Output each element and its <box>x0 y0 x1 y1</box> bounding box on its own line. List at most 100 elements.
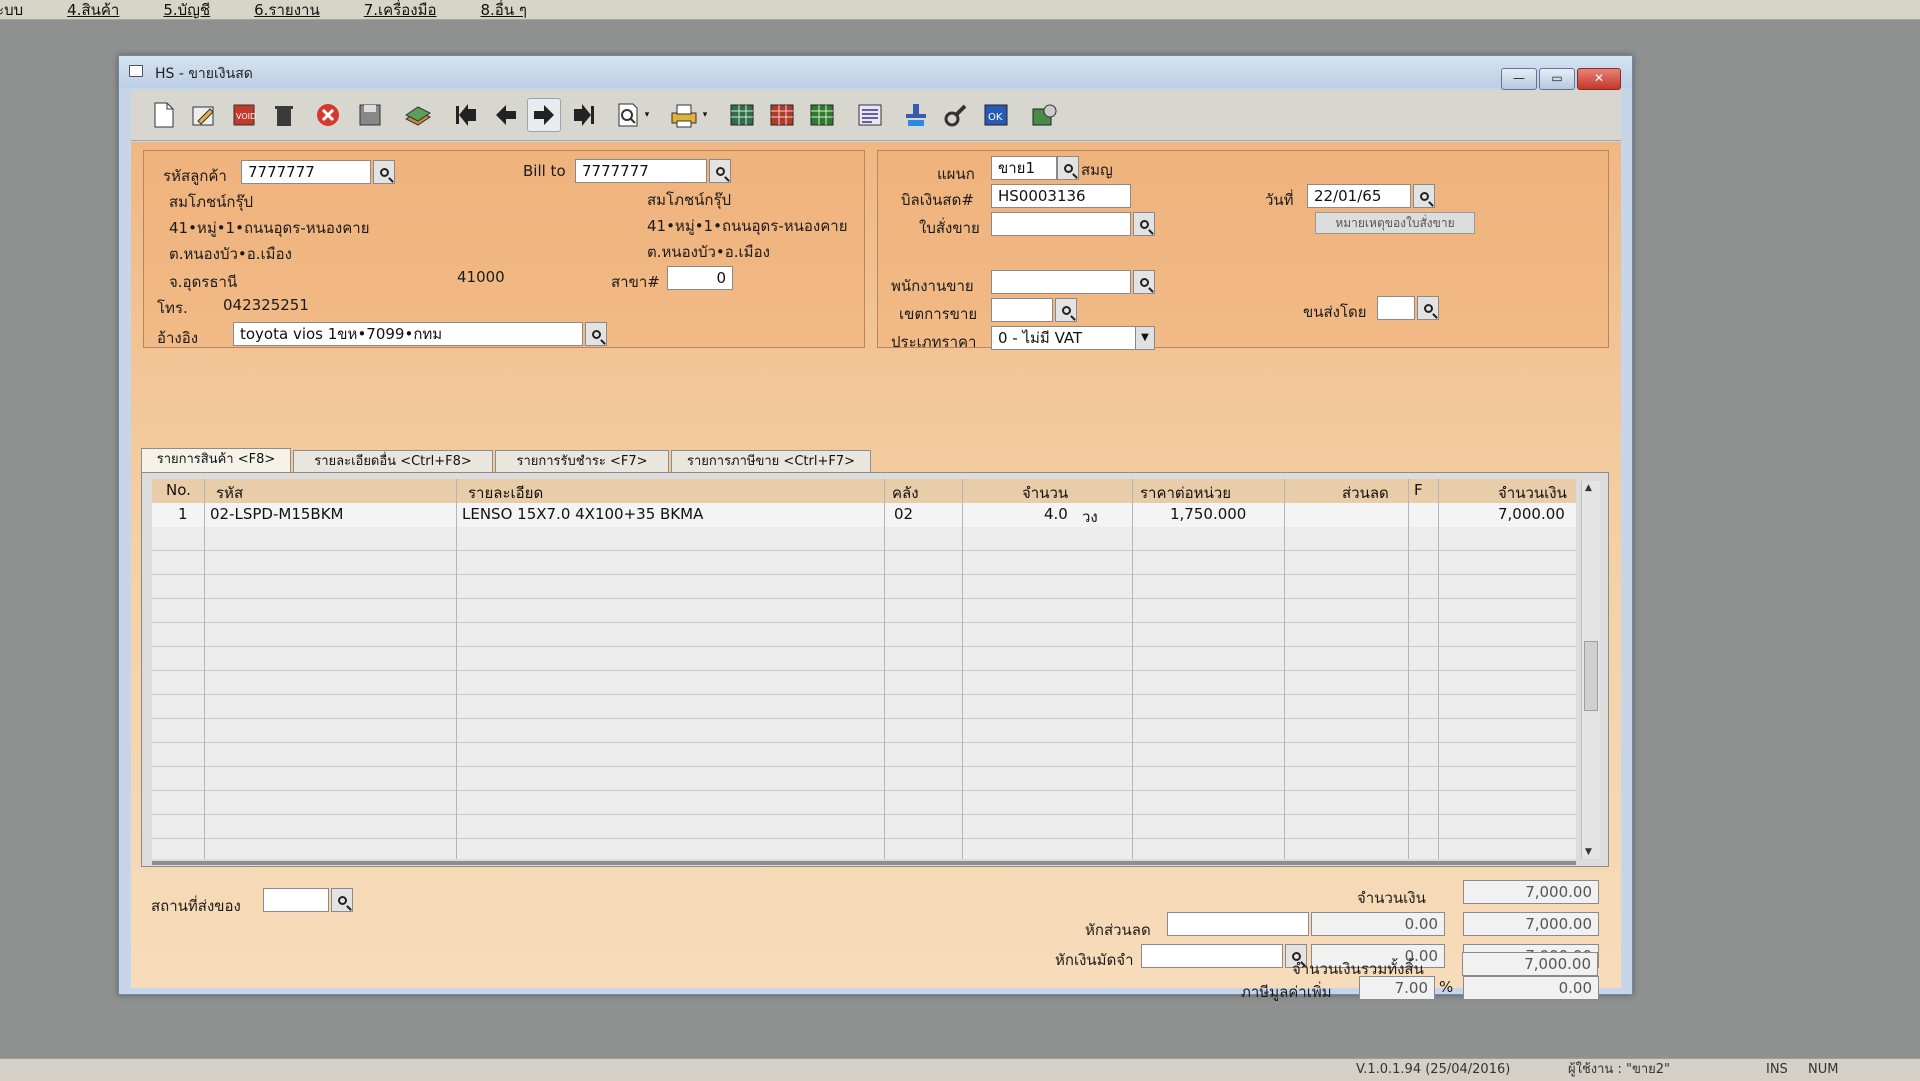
menu-system[interactable]: ระบบ <box>0 0 23 19</box>
date-input[interactable]: 22/01/65 <box>1307 184 1411 208</box>
chevron-down-icon[interactable]: ▼ <box>1135 327 1154 349</box>
sales-area-search-button[interactable] <box>1055 298 1077 322</box>
search-icon <box>1139 219 1149 229</box>
ok-icon[interactable]: OK <box>979 98 1013 132</box>
delete-icon[interactable] <box>267 98 301 132</box>
edit-icon[interactable] <box>187 98 221 132</box>
col-quantity[interactable]: จำนวน <box>1022 481 1068 505</box>
billto-label: Bill to <box>523 162 566 180</box>
print-dropdown-icon[interactable]: ▾ <box>697 98 713 132</box>
next-icon[interactable] <box>527 98 561 132</box>
customer-code-input[interactable]: 7777777 <box>241 160 371 184</box>
department-label: แผนก <box>937 165 975 183</box>
first-icon[interactable] <box>449 98 483 132</box>
void-icon[interactable]: VOID <box>227 98 261 132</box>
close-button[interactable]: ✕ <box>1577 68 1621 90</box>
billto-name: สมโภชน์กรุ๊ป <box>647 191 732 209</box>
document-panel <box>877 150 1609 348</box>
ship-place-input[interactable] <box>263 888 329 912</box>
col-code[interactable]: รหัส <box>216 481 243 505</box>
ship-by-input[interactable] <box>1377 296 1415 320</box>
grid-scrollbar[interactable]: ▲ ▼ <box>1581 481 1600 859</box>
tab-items[interactable]: รายการสินค้า <F8> <box>141 448 291 472</box>
search-icon <box>337 895 347 905</box>
menu-tools[interactable]: 7.เครื่องมือ <box>364 0 437 19</box>
scroll-up-icon[interactable]: ▲ <box>1585 483 1592 493</box>
scroll-down-icon[interactable]: ▼ <box>1585 847 1592 857</box>
price-type-select[interactable]: 0 - ไม่มี VAT ▼ <box>991 326 1155 350</box>
table1-icon[interactable] <box>725 98 759 132</box>
customer-search-button[interactable] <box>373 160 395 184</box>
cancel-icon[interactable] <box>311 98 345 132</box>
sales-order-input[interactable] <box>991 212 1131 236</box>
minimize-button[interactable]: — <box>1501 68 1537 90</box>
menu-account[interactable]: 5.บัญชี <box>163 0 210 19</box>
menu-other[interactable]: 8.อื่น ๆ <box>481 0 527 19</box>
col-warehouse[interactable]: คลัง <box>892 481 919 505</box>
department-search-button[interactable] <box>1057 156 1079 180</box>
menu-report[interactable]: 6.รายงาน <box>254 0 320 19</box>
billto-input[interactable]: 7777777 <box>575 159 707 183</box>
sales-area-input[interactable] <box>991 298 1053 322</box>
menu-product[interactable]: 4.สินค้า <box>67 0 119 19</box>
deposit-text-input[interactable] <box>1141 944 1283 968</box>
salesman-input[interactable] <box>991 270 1131 294</box>
save-icon[interactable] <box>353 98 387 132</box>
amount-value: 7,000.00 <box>1463 880 1599 904</box>
date-picker-button[interactable] <box>1413 184 1435 208</box>
tab-sales-tax[interactable]: รายการภาษีขาย <Ctrl+F7> <box>671 450 871 472</box>
cash-sale-window: HS - ขายเงินสด — ▭ ✕ VOID ▾ ▾ OK รหัสลูก… <box>118 55 1633 1001</box>
window-icon <box>129 65 143 77</box>
table3-icon[interactable] <box>805 98 839 132</box>
sales-order-note-button[interactable]: หมายเหตุของใบสั่งขาย <box>1315 212 1475 234</box>
prev-icon[interactable] <box>489 98 523 132</box>
table2-icon[interactable] <box>765 98 799 132</box>
scroll-thumb[interactable] <box>1584 641 1598 711</box>
export-icon[interactable] <box>1027 98 1061 132</box>
search-icon <box>591 329 601 339</box>
tab-payments[interactable]: รายการรับชำระ <F7> <box>495 450 669 472</box>
ship-place-search-button[interactable] <box>331 888 353 912</box>
table-row[interactable]: 1 02-LSPD-M15BKM LENSO 15X7.0 4X100+35 B… <box>152 503 1576 527</box>
version-text: V.1.0.1.94 (25/04/2016) <box>1356 1062 1511 1077</box>
report-icon[interactable] <box>853 98 887 132</box>
col-flag[interactable]: F <box>1414 481 1423 499</box>
customer-code-label: รหัสลูกค้า <box>163 167 227 185</box>
tools-icon[interactable] <box>939 98 973 132</box>
reference-input[interactable]: toyota vios 1ขห•7099•กทม <box>233 322 583 346</box>
copy-icon[interactable] <box>401 98 435 132</box>
ship-by-search-button[interactable] <box>1417 296 1439 320</box>
col-unit-price[interactable]: ราคาต่อหน่วย <box>1140 481 1231 505</box>
items-grid-body[interactable]: No. รหัส รายละเอียด คลัง จำนวน ราคาต่อหน… <box>152 479 1576 859</box>
vat-label: ภาษีมูลค่าเพิ่ม <box>1241 983 1332 1001</box>
search-icon <box>1419 191 1429 201</box>
grid-divider <box>884 479 885 859</box>
reference-search-button[interactable] <box>585 322 607 346</box>
col-amount[interactable]: จำนวนเงิน <box>1498 481 1567 505</box>
grid-bottom-bar <box>152 861 1576 865</box>
find-dropdown-icon[interactable]: ▾ <box>639 98 655 132</box>
customer-address-3: จ.อุดรธานี <box>169 273 238 291</box>
tab-other-details[interactable]: รายละเอียดอื่น <Ctrl+F8> <box>293 450 493 472</box>
salesman-search-button[interactable] <box>1133 270 1155 294</box>
sales-order-search-button[interactable] <box>1133 212 1155 236</box>
discount-text-input[interactable] <box>1167 912 1309 936</box>
print-icon[interactable] <box>667 98 701 132</box>
search-icon <box>1061 305 1071 315</box>
total-value: 7,000.00 <box>1462 952 1598 976</box>
new-icon[interactable] <box>147 98 181 132</box>
col-no[interactable]: No. <box>166 481 191 499</box>
last-icon[interactable] <box>567 98 601 132</box>
department-input[interactable]: ขาย1 <box>991 156 1057 180</box>
department-name: สมญ <box>1081 161 1113 179</box>
col-discount[interactable]: ส่วนลด <box>1342 481 1389 505</box>
approve-icon[interactable] <box>899 98 933 132</box>
date-label: วันที่ <box>1265 191 1294 209</box>
branch-input[interactable]: 0 <box>667 266 733 290</box>
bill-number-input[interactable]: HS0003136 <box>991 184 1131 208</box>
maximize-button[interactable]: ▭ <box>1539 68 1575 90</box>
status-bar: V.1.0.1.94 (25/04/2016) ผู้ใช้งาน : "ขาย… <box>0 1058 1920 1081</box>
cell-unit: วง <box>1082 508 1098 526</box>
billto-search-button[interactable] <box>709 159 731 183</box>
col-description[interactable]: รายละเอียด <box>468 481 543 505</box>
